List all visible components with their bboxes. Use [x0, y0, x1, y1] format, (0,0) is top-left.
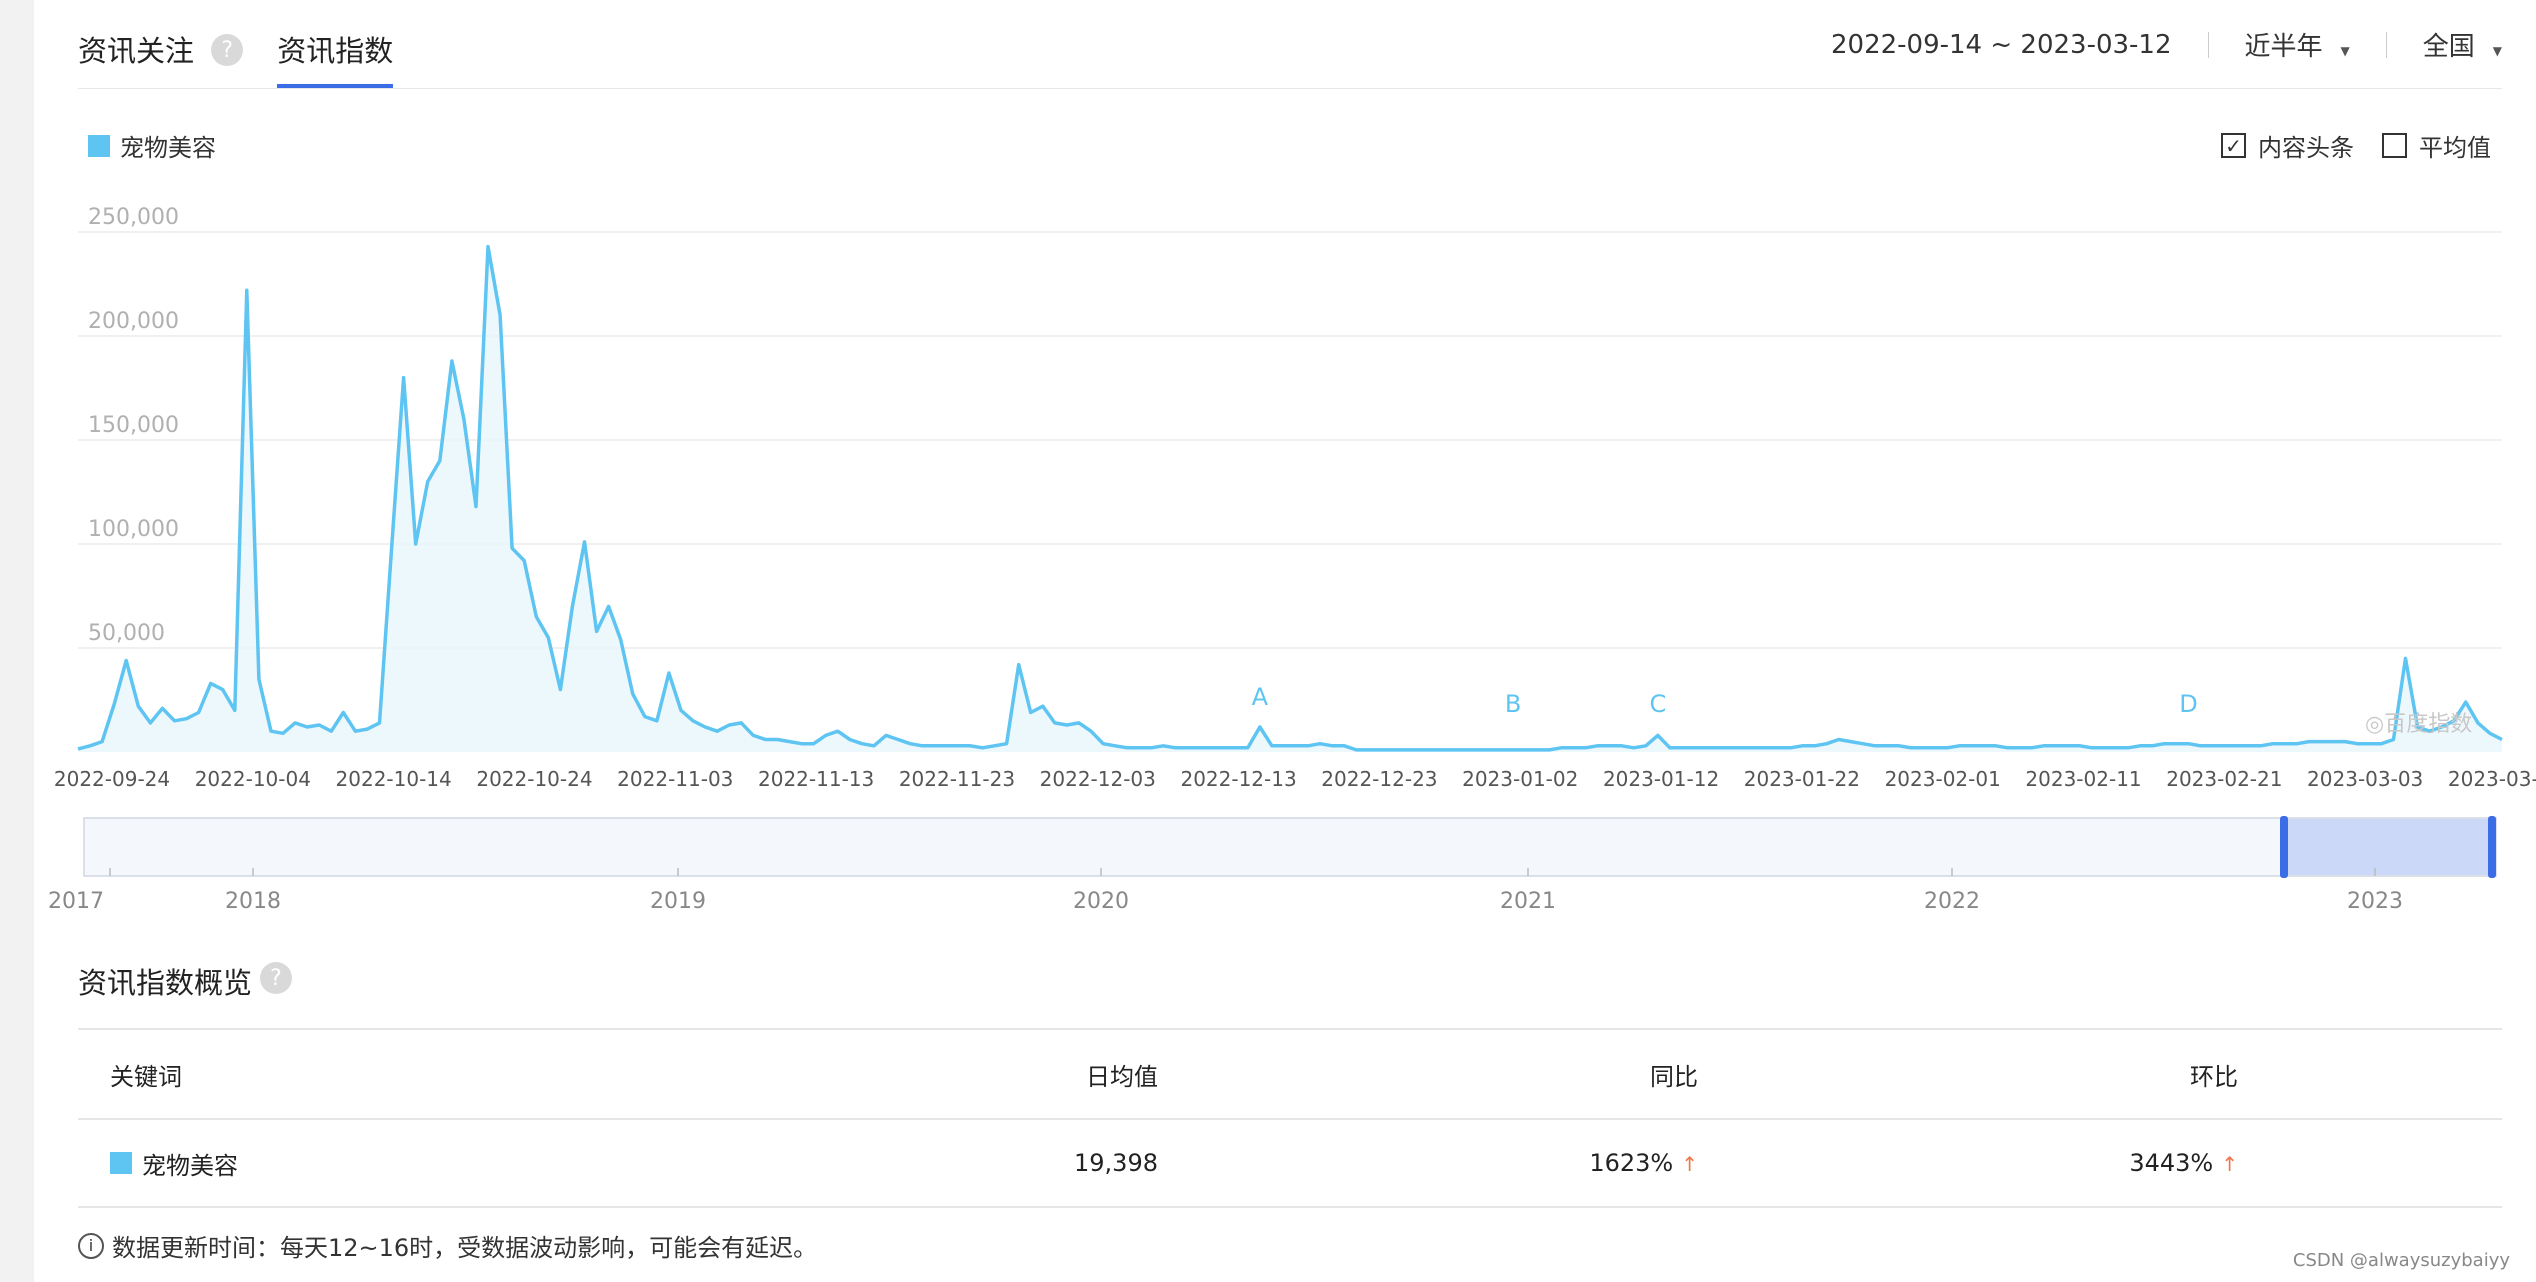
cell-daily-avg: 19,398 — [1074, 1149, 1158, 1177]
trend-chart[interactable]: 250,000 200,000 150,000 100,000 50,000 2022-0… — [0, 0, 2536, 930]
y-tick-label: 250,000 — [88, 205, 179, 230]
update-note: i 数据更新时间：每天12~16时，受数据波动影响，可能会有延迟。 — [78, 1228, 817, 1263]
cell-yoy: 1623% ↑ — [1158, 1149, 1698, 1177]
cell-mom: 3443% ↑ — [1698, 1149, 2238, 1177]
table-row: 宠物美容 19,398 1623% ↑ 3443% ↑ — [78, 1120, 2502, 1208]
x-tick-label: 2023-03-12 — [2448, 767, 2536, 791]
overview-year-label: 2018 — [225, 889, 281, 914]
update-note-text: 数据更新时间：每天12~16时，受数据波动影响，可能会有延迟。 — [112, 1234, 818, 1262]
x-tick-label: 2022-10-14 — [336, 767, 452, 791]
keyword-text: 宠物美容 — [142, 1151, 238, 1180]
summary-title: 资讯指数概览 ? — [78, 960, 293, 1002]
x-tick-label: 2022-12-03 — [1040, 767, 1156, 791]
keyword-swatch — [110, 1152, 132, 1174]
overview-year-label: 2020 — [1073, 889, 1129, 914]
x-tick-label: 2022-12-13 — [1180, 767, 1296, 791]
annotation-label: D — [2179, 690, 2197, 718]
x-tick-label: 2023-02-01 — [1885, 767, 2001, 791]
x-tick-label: 2023-02-11 — [2025, 767, 2141, 791]
overview-year-label: 2021 — [1500, 889, 1556, 914]
annotation-label: B — [1505, 690, 1521, 718]
x-tick-label: 2022-10-04 — [195, 767, 311, 791]
info-icon: i — [78, 1232, 104, 1259]
overview-track — [83, 817, 2497, 877]
overview-year-label: 2023 — [2347, 889, 2403, 914]
header-keyword: 关键词 — [110, 1062, 182, 1091]
overview-handle-left — [2280, 816, 2288, 878]
x-tick-label: 2022-10-24 — [476, 767, 592, 791]
x-tick-label: 2023-03-03 — [2307, 767, 2423, 791]
header-daily-avg: 日均值 — [1086, 1062, 1158, 1091]
x-tick-label: 2022-11-13 — [758, 767, 874, 791]
y-tick-label: 200,000 — [88, 309, 179, 334]
annotation-label: C — [1649, 690, 1666, 718]
annotation-label: A — [1252, 683, 1269, 711]
summary-title-text: 资讯指数概览 — [78, 966, 253, 1000]
watermark: ◎百度指数 — [2365, 712, 2473, 737]
y-tick-label: 150,000 — [88, 413, 179, 438]
arrow-up-icon: ↑ — [2221, 1152, 2238, 1176]
table-header-row: 关键词 日均值 同比 环比 — [78, 1030, 2502, 1120]
overview-year-label: 2019 — [650, 889, 706, 914]
header-yoy: 同比 — [1650, 1062, 1698, 1091]
x-tick-label: 2022-11-03 — [617, 767, 733, 791]
x-tick-label: 2023-01-22 — [1744, 767, 1860, 791]
y-tick-label: 100,000 — [88, 517, 179, 542]
csdn-watermark: CSDN @alwaysuzybaiyy — [2292, 1250, 2510, 1271]
yoy-value: 1623% — [1589, 1149, 1674, 1177]
x-tick-label: 2023-01-12 — [1603, 767, 1719, 791]
overview-year-label: 2017 — [48, 889, 104, 914]
series-area — [78, 246, 2502, 752]
x-tick-label: 2023-02-21 — [2166, 767, 2282, 791]
mom-value: 3443% — [2129, 1149, 2214, 1177]
x-tick-label: 2022-11-23 — [899, 767, 1015, 791]
arrow-up-icon: ↑ — [1681, 1152, 1698, 1176]
x-tick-label: 2022-12-23 — [1321, 767, 1437, 791]
overview-handle-right — [2488, 816, 2496, 878]
x-tick-label: 2023-01-02 — [1462, 767, 1578, 791]
overview-year-label: 2022 — [1924, 889, 1980, 914]
y-tick-label: 50,000 — [88, 621, 165, 646]
header-mom: 环比 — [2190, 1062, 2238, 1091]
cell-keyword: 宠物美容 — [78, 1146, 958, 1181]
x-tick-label: 2022-09-24 — [54, 767, 170, 791]
overview-selection — [2284, 819, 2492, 875]
page: 资讯关注 ? 资讯指数 2022-09-14 ~ 2023-03-12 近半年 ▼… — [0, 0, 2536, 1282]
help-icon[interactable]: ? — [260, 962, 293, 994]
summary-table: 关键词 日均值 同比 环比 宠物美容 19,398 1623% ↑ 3443% ↑ — [78, 1028, 2502, 1208]
